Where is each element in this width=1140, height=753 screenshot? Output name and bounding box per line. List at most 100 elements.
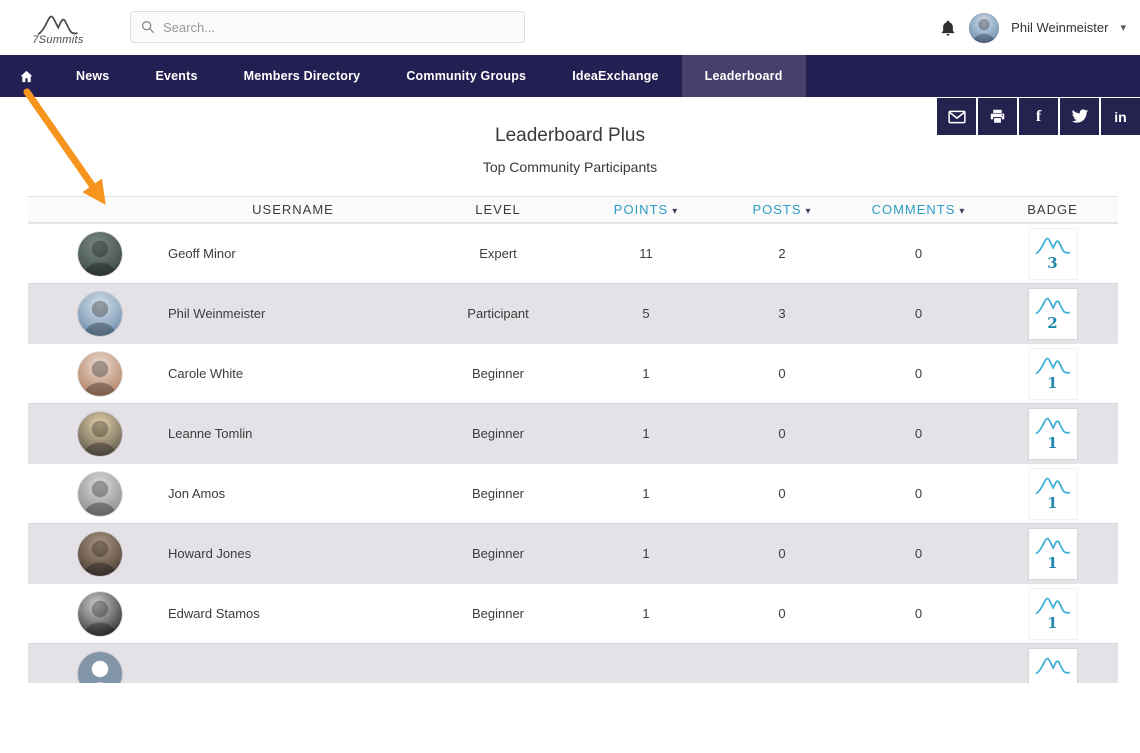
nav-item-community-groups[interactable]: Community Groups bbox=[383, 55, 549, 97]
row-username[interactable]: Geoff Minor bbox=[168, 246, 418, 261]
badge-icon: 1 bbox=[1028, 468, 1077, 519]
badge-cell: 1 bbox=[987, 528, 1118, 579]
row-level: Beginner bbox=[471, 426, 525, 441]
facebook-icon: f bbox=[1035, 107, 1042, 125]
avatar[interactable] bbox=[78, 531, 122, 576]
row-posts: 0 bbox=[778, 606, 786, 621]
user-menu-chevron-icon[interactable]: ▾ bbox=[1120, 21, 1126, 34]
share-facebook-button[interactable]: f bbox=[1019, 98, 1058, 135]
nav-item-leaderboard[interactable]: Leaderboard bbox=[681, 55, 806, 97]
row-level: Participant bbox=[467, 306, 529, 321]
badge-number: 1 bbox=[1047, 553, 1058, 572]
notifications-bell-icon[interactable] bbox=[939, 19, 957, 37]
column-header-posts[interactable]: POSTS ▾ bbox=[714, 202, 850, 217]
row-points: 1 bbox=[642, 606, 650, 621]
leaderboard-table: USERNAME LEVEL POINTS ▾ POSTS ▾ COMMENTS ▾ … bbox=[28, 196, 1118, 683]
avatar[interactable] bbox=[78, 351, 122, 396]
row-username[interactable]: Phil Weinmeister bbox=[168, 306, 418, 321]
badge-cell: 2 bbox=[987, 288, 1118, 339]
row-username[interactable]: Leanne Tomlin bbox=[168, 426, 418, 441]
user-avatar[interactable] bbox=[969, 12, 1000, 43]
row-posts: 0 bbox=[778, 366, 786, 381]
row-comments: 0 bbox=[914, 366, 923, 381]
badge-mountain-icon bbox=[1035, 657, 1070, 674]
badge-icon: 2 bbox=[1028, 288, 1077, 339]
row-level: Expert bbox=[479, 246, 517, 261]
table-row: Phil Weinmeister Participant 5 3 0 2 bbox=[28, 283, 1118, 343]
share-print-button[interactable] bbox=[978, 98, 1017, 135]
email-icon bbox=[947, 110, 966, 123]
logo[interactable]: 7Summits bbox=[16, 10, 100, 46]
share-twitter-button[interactable] bbox=[1060, 98, 1099, 135]
row-points: 1 bbox=[642, 366, 650, 381]
avatar[interactable] bbox=[78, 591, 122, 636]
row-level: Beginner bbox=[471, 486, 525, 501]
row-points: 1 bbox=[642, 426, 650, 441]
logo-mountain-icon bbox=[37, 15, 78, 35]
badge-mountain-icon bbox=[1035, 357, 1070, 374]
linkedin-icon: in bbox=[1114, 108, 1127, 125]
row-comments: 0 bbox=[914, 486, 923, 501]
badge-mountain-icon bbox=[1035, 537, 1070, 554]
avatar-cell bbox=[28, 291, 168, 336]
share-email-button[interactable] bbox=[937, 98, 976, 135]
search-input[interactable] bbox=[163, 19, 514, 35]
table-row: Geoff Minor Expert 11 2 0 3 bbox=[28, 223, 1118, 283]
twitter-icon bbox=[1071, 109, 1088, 123]
badge-cell: 3 bbox=[987, 228, 1118, 279]
avatar-cell bbox=[28, 351, 168, 396]
nav-item-ideaexchange[interactable]: IdeaExchange bbox=[549, 55, 681, 97]
badge-number: 1 bbox=[1047, 373, 1058, 392]
row-points: 11 bbox=[639, 246, 653, 261]
avatar[interactable] bbox=[78, 231, 122, 276]
badge-icon bbox=[1028, 648, 1077, 683]
row-username[interactable]: Edward Stamos bbox=[168, 606, 418, 621]
badge-mountain-icon bbox=[1035, 597, 1070, 614]
column-header-comments[interactable]: COMMENTS ▾ bbox=[850, 202, 987, 217]
badge-mountain-icon bbox=[1035, 237, 1070, 254]
row-points: 1 bbox=[642, 486, 650, 501]
main-nav: News Events Members Directory Community … bbox=[0, 55, 1140, 97]
nav-home[interactable] bbox=[0, 55, 53, 97]
table-row: Howard Jones Beginner 1 0 0 1 bbox=[28, 523, 1118, 583]
badge-number: 1 bbox=[1047, 433, 1058, 452]
search-icon bbox=[142, 21, 155, 34]
nav-item-members-directory[interactable]: Members Directory bbox=[221, 55, 384, 97]
badge-number: 2 bbox=[1047, 313, 1058, 332]
sort-dropdown-icon: ▾ bbox=[805, 206, 812, 217]
badge-cell: 1 bbox=[987, 468, 1118, 519]
avatar[interactable] bbox=[78, 471, 122, 516]
badge-number: 3 bbox=[1047, 253, 1058, 272]
row-comments: 0 bbox=[914, 606, 923, 621]
row-comments: 0 bbox=[914, 306, 923, 321]
table-row: Jon Amos Beginner 1 0 0 1 bbox=[28, 463, 1118, 523]
badge-cell: 1 bbox=[987, 348, 1118, 399]
logo-text: 7Summits bbox=[32, 33, 84, 46]
row-username[interactable]: Carole White bbox=[168, 366, 418, 381]
row-comments: 0 bbox=[914, 546, 923, 561]
row-level: Beginner bbox=[471, 546, 525, 561]
nav-item-events[interactable]: Events bbox=[132, 55, 220, 97]
badge-cell: 1 bbox=[987, 588, 1118, 639]
row-comments: 0 bbox=[914, 426, 923, 441]
user-area: Phil Weinmeister ▾ bbox=[939, 0, 1126, 55]
badge-mountain-icon bbox=[1035, 297, 1070, 314]
row-username[interactable]: Jon Amos bbox=[168, 486, 418, 501]
avatar-cell bbox=[28, 471, 168, 516]
sort-dropdown-icon: ▾ bbox=[672, 206, 679, 217]
user-name[interactable]: Phil Weinmeister bbox=[1011, 20, 1108, 35]
share-linkedin-button[interactable]: in bbox=[1101, 98, 1140, 135]
avatar[interactable] bbox=[78, 291, 122, 336]
table-body: Geoff Minor Expert 11 2 0 3 Phil Weinmei… bbox=[28, 223, 1118, 683]
table-row bbox=[28, 643, 1118, 683]
nav-item-news[interactable]: News bbox=[53, 55, 132, 97]
column-header-points[interactable]: POINTS ▾ bbox=[578, 202, 714, 217]
avatar[interactable] bbox=[78, 651, 122, 683]
badge-icon: 1 bbox=[1028, 588, 1077, 639]
search-box[interactable] bbox=[130, 11, 525, 43]
row-posts: 0 bbox=[778, 486, 786, 501]
share-buttons: f in bbox=[937, 98, 1140, 135]
avatar[interactable] bbox=[78, 411, 122, 456]
row-username[interactable]: Howard Jones bbox=[168, 546, 418, 561]
badge-icon: 3 bbox=[1028, 228, 1077, 279]
